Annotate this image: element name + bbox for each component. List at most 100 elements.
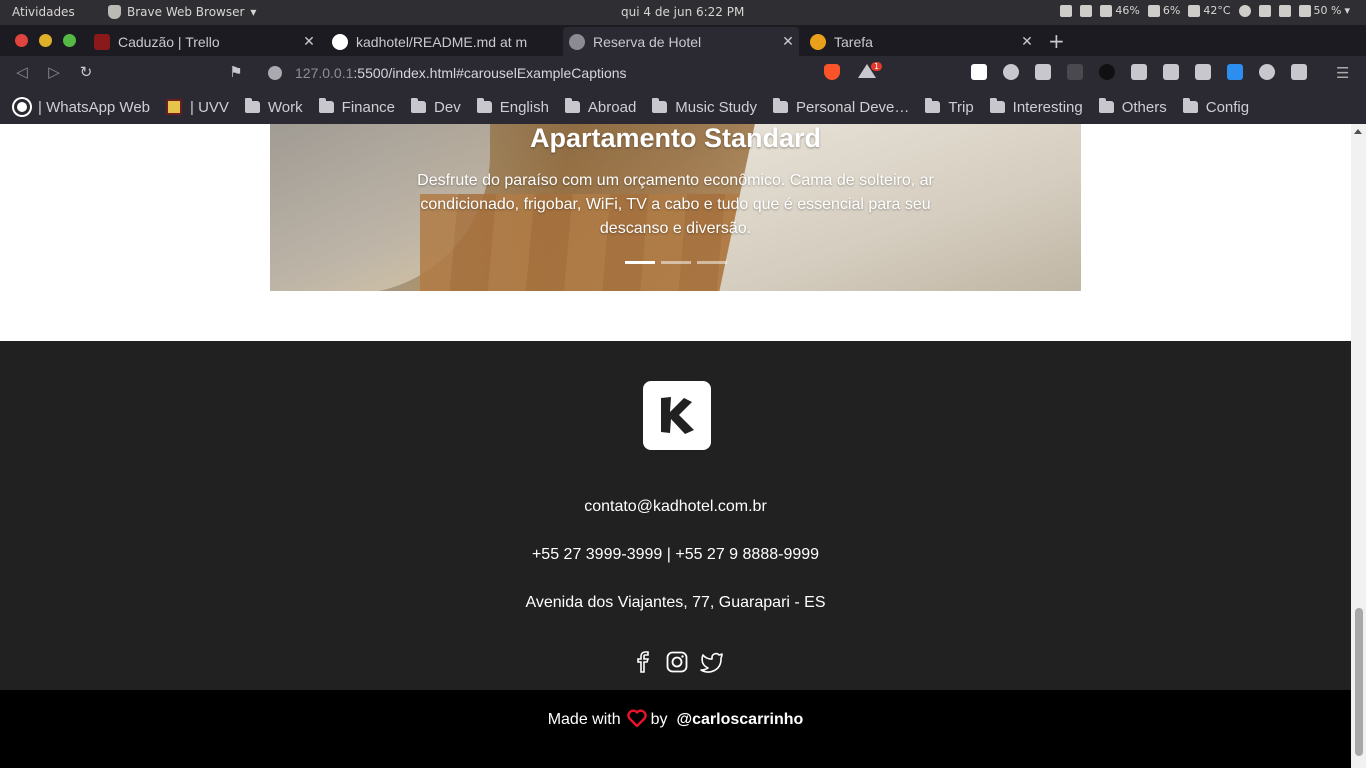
maximize-window-button[interactable] — [63, 34, 76, 47]
bookmark-folder-work[interactable]: Work — [244, 98, 303, 116]
forward-button[interactable]: ▷ — [44, 62, 64, 82]
system-tray[interactable]: 46% 6% 42°C 50 % ▾ — [1060, 4, 1350, 17]
social-links — [632, 651, 723, 673]
credit-prefix: Made with — [547, 711, 621, 728]
address-bar[interactable]: 127.0.0.1 :5500/index.html#carouselExamp… — [258, 60, 818, 86]
thermometer-icon — [1188, 4, 1201, 17]
bookmark-label: Trip — [948, 98, 974, 116]
contact-phones: +55 27 3999-3999 | +55 27 9 8888-9999 — [531, 546, 820, 563]
carousel-title: Apartamento Standard — [529, 124, 822, 153]
tab-title: Tarefa — [834, 33, 873, 50]
bookmark-folder-english[interactable]: English — [476, 98, 549, 116]
bookmark-label: Dev — [434, 98, 461, 116]
site-info-icon[interactable] — [268, 66, 282, 80]
tab-trello[interactable]: Caduzão | Trello ✕ — [90, 27, 320, 56]
trello-icon — [94, 33, 110, 50]
carousel-caption: Apartamento Standard Desfrute do paraíso… — [270, 124, 1081, 241]
scrollbar-thumb[interactable] — [1355, 608, 1363, 756]
bookmark-folder-finance[interactable]: Finance — [318, 98, 395, 116]
new-tab-button[interactable]: + — [1048, 29, 1065, 53]
folder-icon — [411, 98, 427, 113]
download-extension-icon[interactable] — [1227, 64, 1243, 80]
carousel-indicator-3[interactable] — [697, 261, 727, 264]
k-logo-icon — [661, 397, 694, 434]
kadhotel-logo — [643, 381, 711, 450]
web-page: Apartamento Standard Desfrute do paraíso… — [0, 124, 1351, 768]
carousel-indicators — [625, 261, 727, 264]
tab-title: Caduzão | Trello — [118, 33, 220, 50]
close-icon[interactable]: ✕ — [1020, 33, 1034, 50]
folder-icon — [989, 98, 1005, 113]
clock[interactable]: qui 4 de jun 6:22 PM — [621, 5, 744, 19]
twitter-icon[interactable] — [700, 651, 723, 673]
bookmark-icon[interactable]: ⚑ — [226, 62, 246, 82]
carousel-indicator-1[interactable] — [625, 261, 655, 264]
folder-icon — [1182, 98, 1198, 113]
pocket-icon[interactable] — [1163, 64, 1179, 80]
close-icon[interactable]: ✕ — [302, 33, 316, 50]
close-window-button[interactable] — [15, 34, 28, 47]
heart-icon — [626, 709, 647, 732]
microphone-icon — [1278, 4, 1291, 17]
bookmark-folder-config[interactable]: Config — [1182, 98, 1249, 116]
bookmark-label: Personal Deve… — [796, 98, 910, 116]
extension-icon[interactable] — [1067, 64, 1083, 80]
scroll-up-arrow-icon[interactable] — [1354, 129, 1362, 134]
bookmark-folder-trip[interactable]: Trip — [925, 98, 974, 116]
chevron-down-icon: ▾ — [1344, 4, 1350, 17]
bookmark-whatsapp[interactable]: | WhatsApp Web — [14, 99, 150, 116]
cpu-usage: 6% — [1162, 4, 1181, 17]
folder-icon — [476, 98, 492, 113]
contact-email[interactable]: contato@kadhotel.com.br — [0, 498, 1351, 516]
minimize-window-button[interactable] — [39, 34, 52, 47]
bookmark-label: Music Study — [675, 98, 757, 116]
close-icon[interactable]: ✕ — [781, 33, 795, 50]
github-icon — [332, 33, 348, 50]
notification-badge: 1 — [871, 62, 883, 71]
bookmark-label: Abroad — [587, 98, 637, 116]
bookmark-folder-music-study[interactable]: Music Study — [652, 98, 757, 116]
brave-logo-icon — [108, 5, 121, 19]
reload-button[interactable]: ↻ — [76, 62, 96, 82]
room-carousel[interactable]: Apartamento Standard Desfrute do paraíso… — [270, 124, 1081, 291]
tab-tarefa[interactable]: Tarefa ✕ — [806, 27, 1038, 56]
vue-devtools-icon[interactable] — [1035, 64, 1051, 80]
tab-strip: Caduzão | Trello ✕ kadhotel/README.md at… — [0, 25, 1366, 56]
back-button[interactable]: ◁ — [12, 62, 32, 82]
github-extension-icon[interactable] — [1131, 64, 1147, 80]
instagram-icon[interactable] — [666, 651, 688, 673]
bookmark-uvv[interactable]: | UVV — [166, 99, 229, 116]
folder-icon — [652, 98, 668, 113]
carousel-description: Desfrute do paraíso com um orçamento eco… — [417, 172, 934, 237]
bookmark-folder-interesting[interactable]: Interesting — [989, 98, 1083, 116]
tab-reserva-de-hotel[interactable]: Reserva de Hotel ✕ — [563, 27, 799, 56]
menu-icon[interactable]: ☰ — [1336, 64, 1349, 82]
extension-icon[interactable] — [1259, 64, 1275, 80]
author-link[interactable]: @carloscarrinho — [677, 711, 804, 729]
bookmark-folder-dev[interactable]: Dev — [411, 98, 461, 116]
bookmark-folder-personal-development[interactable]: Personal Deve… — [773, 98, 910, 116]
bookmark-folder-abroad[interactable]: Abroad — [564, 98, 637, 116]
folder-icon — [564, 98, 580, 113]
eyedropper-icon[interactable] — [1291, 64, 1307, 80]
brave-shields-icon[interactable] — [824, 64, 840, 80]
carousel-indicator-2[interactable] — [661, 261, 691, 264]
facebook-icon[interactable] — [632, 651, 654, 673]
dropbox-icon — [1080, 4, 1093, 17]
page-scrollbar[interactable] — [1351, 124, 1366, 768]
dropbox-extension-icon[interactable] — [1195, 64, 1211, 80]
app-menu[interactable]: Brave Web Browser ▾ — [108, 5, 256, 19]
browser-toolbar: ◁ ▷ ↻ ⚑ 127.0.0.1 :5500/index.html#carou… — [0, 56, 1366, 90]
es-extension-icon[interactable] — [1099, 64, 1115, 80]
volume-level: 50 % — [1313, 4, 1342, 17]
whatsapp-icon — [14, 99, 30, 115]
sheets-extension-icon[interactable] — [971, 64, 987, 80]
system-top-bar: Atividades Brave Web Browser ▾ qui 4 de … — [0, 0, 1366, 25]
react-devtools-icon[interactable] — [1003, 64, 1019, 80]
tab-github[interactable]: kadhotel/README.md at m — [328, 27, 558, 56]
temperature: 42°C — [1203, 4, 1231, 17]
bookmark-folder-others[interactable]: Others — [1098, 98, 1167, 116]
tab-title: kadhotel/README.md at m — [356, 33, 528, 50]
activities-button[interactable]: Atividades — [12, 5, 75, 19]
bookmark-label: Interesting — [1012, 98, 1083, 116]
